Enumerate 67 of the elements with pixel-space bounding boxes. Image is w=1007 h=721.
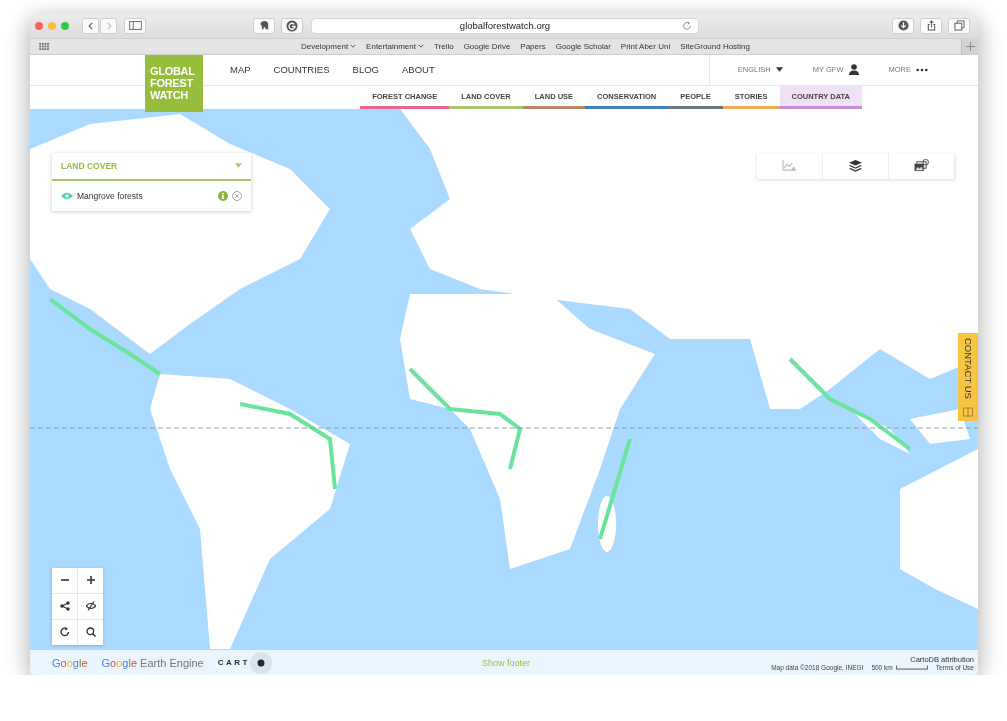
logo-text: FOREST — [150, 77, 193, 90]
bookmark-link[interactable]: Trello — [433, 41, 454, 51]
chart-icon — [782, 160, 797, 172]
nav-link[interactable]: ABOUT — [401, 64, 435, 76]
nav-link[interactable]: MAP — [230, 64, 251, 76]
reload-icon[interactable] — [682, 20, 692, 31]
bookmark-link[interactable]: SiteGround Hosting — [680, 41, 751, 51]
book-icon — [963, 406, 973, 417]
downloads-button[interactable] — [892, 17, 914, 34]
zoom-out-button[interactable] — [52, 567, 77, 593]
person-icon — [848, 64, 859, 76]
bookmark-link[interactable]: Papers — [520, 41, 546, 51]
url-text: globalforestwatch.org — [459, 20, 551, 32]
refresh-icon — [59, 627, 70, 638]
caret-down-icon — [417, 44, 424, 49]
chevron-left-icon — [86, 21, 95, 30]
share-button[interactable] — [52, 593, 77, 619]
sidebar-icon — [128, 21, 142, 31]
share-icon — [59, 601, 70, 612]
caret-down-icon — [775, 67, 783, 73]
download-icon — [897, 20, 909, 32]
sidebar-button[interactable] — [124, 17, 146, 34]
basemap-button[interactable] — [889, 152, 955, 179]
extension-button[interactable] — [281, 17, 303, 34]
image-stack-icon — [914, 159, 929, 173]
g-circle-icon — [286, 19, 298, 32]
close-icon[interactable] — [232, 190, 242, 201]
bookmark-folder[interactable]: Development — [300, 41, 357, 51]
layer-name: Mangrove forests — [77, 190, 144, 201]
plus-icon — [965, 41, 975, 51]
plus-icon — [85, 575, 96, 586]
layer-group-title: LAND COVER — [61, 160, 118, 171]
google-logo[interactable]: Google — [52, 656, 88, 669]
bookmark-link[interactable]: Google Scholar — [555, 41, 611, 51]
share-button[interactable] — [920, 17, 942, 34]
bookmark-link[interactable]: Google Drive — [463, 41, 511, 51]
scale-bar — [895, 664, 928, 670]
contact-tab[interactable]: CONTACT US — [958, 332, 978, 421]
grid-icon[interactable] — [39, 42, 50, 50]
bookmark-folder[interactable]: Entertainment — [366, 41, 424, 51]
bookmark-link[interactable]: Print Aber Uni — [620, 41, 671, 51]
elephant-icon — [258, 20, 270, 32]
hide-button[interactable] — [78, 593, 103, 619]
dots-icon — [916, 67, 928, 72]
tabs-button[interactable] — [948, 17, 970, 34]
nav-link[interactable]: COUNTRIES — [273, 64, 330, 76]
layers-icon — [849, 159, 862, 172]
info-icon[interactable] — [218, 190, 228, 201]
eye-slash-icon — [85, 601, 96, 612]
dot-icon — [249, 651, 272, 674]
layers-button[interactable] — [823, 152, 889, 179]
zoom-in-button[interactable] — [78, 567, 103, 593]
share-icon — [925, 20, 937, 32]
tabs-icon — [953, 20, 965, 32]
logo-text: WATCH — [150, 89, 188, 102]
search-icon — [85, 627, 96, 638]
reset-button[interactable] — [52, 619, 77, 645]
extension-button[interactable] — [253, 17, 275, 34]
search-button[interactable] — [78, 619, 103, 645]
caret-down-icon — [235, 163, 242, 169]
caret-down-icon — [350, 44, 357, 49]
logo-text: GLOBAL — [150, 65, 195, 78]
address-bar[interactable]: globalforestwatch.org — [311, 17, 699, 34]
earth-engine-logo[interactable]: Google Earth Engine — [101, 656, 204, 669]
carto-logo[interactable]: CART — [217, 658, 250, 667]
nav-link[interactable]: BLOG — [352, 64, 379, 76]
new-tab-button[interactable] — [961, 38, 978, 55]
